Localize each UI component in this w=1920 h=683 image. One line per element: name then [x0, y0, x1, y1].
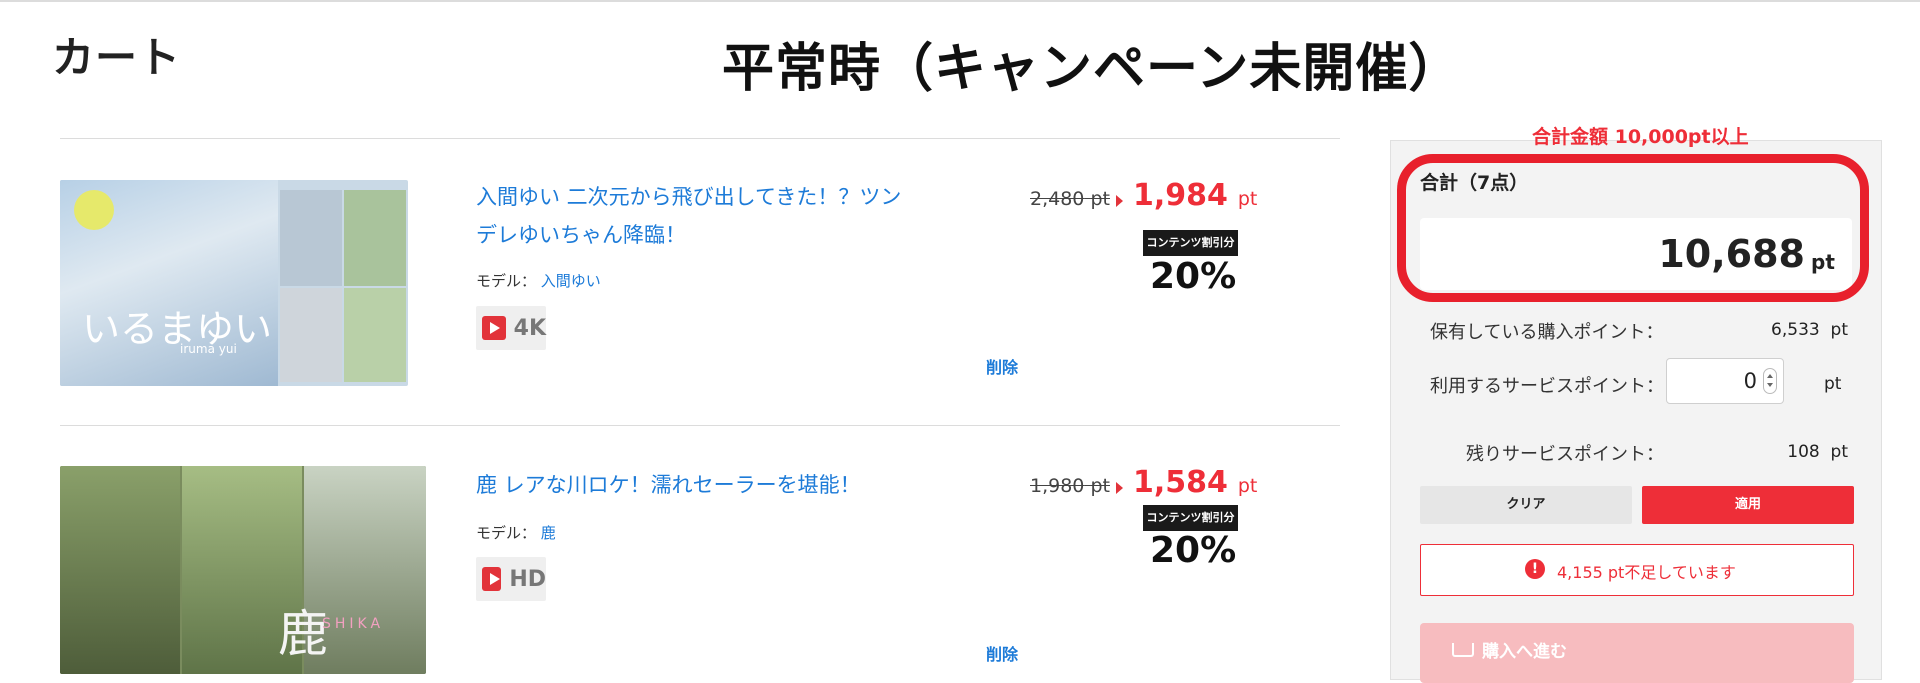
- item-title-link[interactable]: 鹿 レアな川ロケ！濡れセーラーを堪能！: [476, 466, 906, 504]
- price-unit: pt: [1237, 475, 1258, 497]
- use-points-unit: pt: [1824, 374, 1842, 394]
- top-border: [0, 0, 1920, 2]
- thumb-panel: [60, 466, 180, 674]
- alert-message: ! 4,155 pt不足しています: [1420, 544, 1854, 596]
- remaining-points-label: 残りサービスポイント：: [1466, 444, 1664, 465]
- old-price: 1,980 pt: [1030, 475, 1110, 497]
- thumb-panel: [280, 288, 342, 382]
- item-thumbnail[interactable]: 鹿 SHIKA: [60, 466, 426, 674]
- use-points-label: 利用するサービスポイント：: [1430, 376, 1664, 397]
- page-title: カート: [52, 33, 182, 82]
- price-row: 2,480 pt 1,984 pt: [1030, 178, 1257, 213]
- arrow-right-icon: [1115, 194, 1123, 207]
- thumb-panel: [280, 190, 342, 286]
- item-thumbnail[interactable]: いるまゆい iruma yui: [60, 180, 408, 386]
- model-row: モデル： 鹿: [476, 522, 556, 543]
- new-price: 1,984: [1132, 178, 1228, 213]
- model-link[interactable]: 鹿: [541, 524, 556, 542]
- resolution-label: HD: [509, 566, 546, 592]
- delete-button[interactable]: 削除: [986, 354, 1018, 378]
- thumb-subtitle: iruma yui: [180, 342, 237, 356]
- service-points-value: 0: [1743, 369, 1757, 393]
- basket-icon: [1452, 643, 1474, 657]
- remaining-points-value: 108 pt: [1787, 442, 1848, 462]
- proceed-to-purchase-button[interactable]: 購入へ進む: [1420, 623, 1854, 683]
- discount-value: 20%: [1150, 256, 1237, 297]
- resolution-badge: 4K: [476, 306, 546, 350]
- resolution-badge: HD: [476, 557, 546, 601]
- thumb-title: 鹿: [278, 605, 328, 663]
- discount-badge: コンテンツ割引分: [1143, 505, 1238, 531]
- apply-button[interactable]: 適用: [1642, 486, 1854, 524]
- thumb-subtitle: SHIKA: [322, 616, 385, 632]
- stepper-icon[interactable]: [1763, 368, 1777, 394]
- price-unit: pt: [1237, 188, 1258, 210]
- model-label: モデル：: [476, 272, 537, 290]
- divider: [60, 425, 1340, 426]
- alert-text: 4,155 pt不足しています: [1557, 563, 1736, 582]
- owned-points-value: 6,533 pt: [1771, 320, 1848, 340]
- old-price: 2,480 pt: [1030, 188, 1110, 210]
- model-link[interactable]: 入間ゆい: [541, 272, 601, 290]
- alert-icon: !: [1525, 559, 1545, 579]
- model-row: モデル： 入間ゆい: [476, 270, 601, 291]
- annotation-heading: 平常時（キャンペーン未開催）: [722, 39, 1462, 99]
- play-icon: [482, 567, 502, 591]
- play-icon: [482, 316, 506, 340]
- service-points-input[interactable]: 0: [1666, 358, 1784, 404]
- clear-button[interactable]: クリア: [1420, 486, 1632, 524]
- divider: [60, 138, 1340, 139]
- arrow-right-icon: [1115, 481, 1123, 494]
- annotation-notice: 合計金額 10,000pt以上: [1532, 126, 1749, 148]
- new-price: 1,584: [1132, 465, 1228, 500]
- discount-value: 20%: [1150, 530, 1237, 571]
- discount-badge: コンテンツ割引分: [1143, 230, 1238, 256]
- thumb-title: いるまゆい: [82, 307, 273, 351]
- thumb-circle: [74, 190, 114, 230]
- owned-points-label: 保有している購入ポイント：: [1430, 322, 1664, 343]
- resolution-label: 4K: [513, 315, 546, 341]
- item-title-link[interactable]: 入間ゆい 二次元から飛び出してきた！？ツンデレゆいちゃん降臨！: [476, 178, 906, 254]
- delete-button[interactable]: 削除: [986, 641, 1018, 665]
- thumb-panel: [344, 288, 406, 382]
- highlight-ring: [1397, 154, 1869, 302]
- price-row: 1,980 pt 1,584 pt: [1030, 465, 1257, 500]
- purchase-label: 購入へ進む: [1482, 642, 1567, 662]
- model-label: モデル：: [476, 524, 537, 542]
- thumb-panel: [344, 190, 406, 286]
